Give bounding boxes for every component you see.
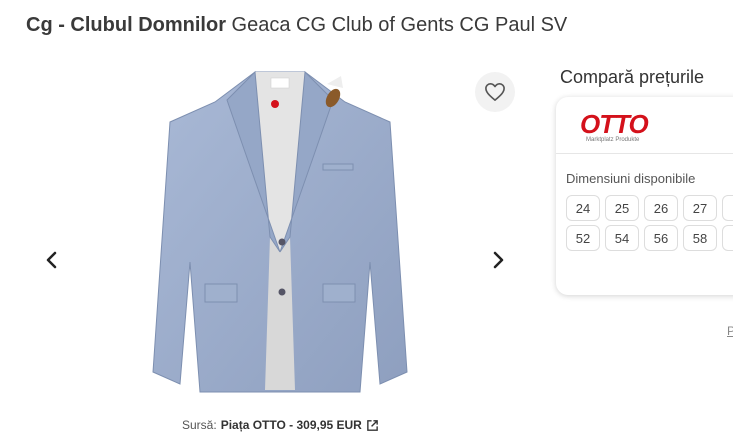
source-label: Sursă: — [182, 418, 217, 432]
compare-prices-heading: Compară prețurile — [560, 67, 705, 87]
size-chip[interactable] — [722, 225, 733, 251]
external-link-icon — [367, 419, 378, 431]
chevron-left-icon — [46, 251, 57, 269]
price-source[interactable]: Sursă: Piața OTTO - 309,95 EUR — [182, 418, 379, 432]
product-gallery — [40, 62, 520, 417]
next-card-link-peek[interactable]: P — [727, 324, 733, 338]
shop-offer-card[interactable]: OTTO Marktplatz Produkte Dimensiuni disp… — [556, 97, 733, 295]
size-chip[interactable] — [722, 195, 733, 221]
size-chip[interactable]: 24 — [566, 195, 600, 221]
page-title: Cg - Clubul Domnilor Geaca CG Club of Ge… — [26, 14, 567, 37]
size-chip[interactable]: 54 — [605, 225, 639, 251]
size-chip[interactable]: 56 — [644, 225, 678, 251]
product-name: Geaca CG Club of Gents CG Paul SV — [231, 14, 568, 36]
otto-logo: OTTO — [580, 109, 649, 139]
size-chip[interactable]: 26 — [644, 195, 678, 221]
card-divider — [556, 153, 733, 154]
heart-outline-icon — [485, 83, 505, 101]
size-chip[interactable]: 58 — [683, 225, 717, 251]
size-chip[interactable]: 27 — [683, 195, 717, 221]
size-chip[interactable]: 52 — [566, 225, 600, 251]
source-value: Piața OTTO - 309,95 EUR — [220, 418, 362, 432]
sizes-label: Dimensiuni disponibile — [566, 171, 696, 186]
size-chip[interactable]: 25 — [605, 195, 639, 221]
brand-name: Cg - Clubul Domnilor — [26, 14, 226, 36]
next-image-button[interactable] — [486, 248, 510, 272]
product-image — [152, 70, 408, 393]
previous-image-button[interactable] — [40, 248, 64, 272]
chevron-right-icon — [493, 251, 504, 269]
favorite-button[interactable] — [475, 72, 515, 112]
otto-logo-subtitle: Marktplatz Produkte — [586, 137, 640, 143]
